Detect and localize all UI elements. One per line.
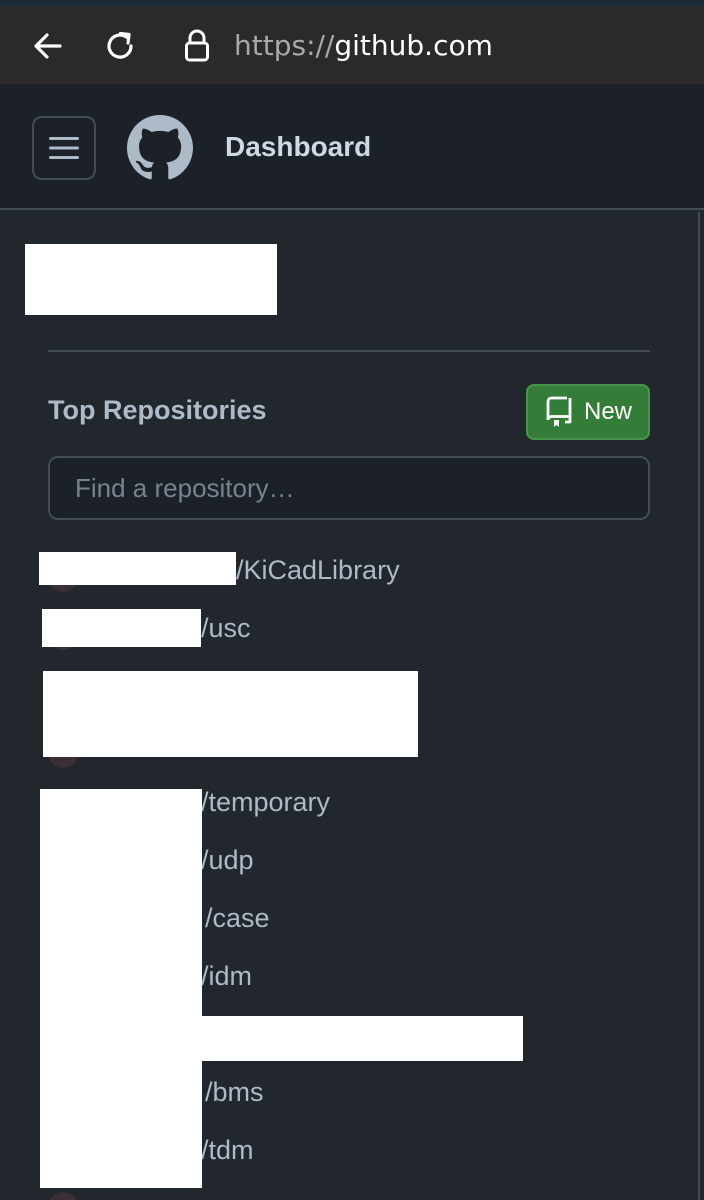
find-repository-field[interactable] — [48, 456, 650, 520]
repo-link-kicadlibrary[interactable]: /KiCadLibrary — [236, 554, 400, 586]
app-header: Dashboard — [0, 84, 704, 210]
url-scheme: https:// — [234, 29, 335, 62]
redacted-repo-entry — [199, 1016, 523, 1061]
page-title: Dashboard — [225, 131, 372, 162]
repo-link-temporary[interactable]: /temporary — [201, 786, 330, 818]
repo-link-usc[interactable]: /usc — [201, 612, 251, 644]
browser-toolbar: https://github.com — [0, 6, 704, 84]
top-repositories-heading: Top Repositories — [48, 395, 267, 425]
address-bar-url[interactable]: https://github.com — [234, 28, 493, 64]
reload-icon[interactable] — [100, 26, 140, 66]
github-logo-icon[interactable] — [127, 115, 193, 181]
divider — [48, 350, 650, 352]
scrollbar-track[interactable] — [700, 212, 704, 1200]
redacted-owner-names — [40, 789, 202, 1188]
back-arrow-icon[interactable] — [28, 26, 68, 66]
repo-link-udp[interactable]: /udp — [201, 844, 254, 876]
find-repository-input[interactable] — [50, 458, 648, 518]
new-repository-button[interactable]: New — [526, 384, 650, 440]
new-button-label: New — [584, 398, 633, 425]
hamburger-menu-icon — [49, 137, 79, 159]
lock-icon[interactable] — [177, 26, 217, 66]
hamburger-menu-button[interactable] — [32, 116, 96, 180]
repo-link-tdm[interactable]: /tdm — [201, 1134, 254, 1166]
repo-link-idm[interactable]: /idm — [201, 960, 252, 992]
repo-icon — [546, 396, 572, 427]
redacted-repo-entries — [43, 671, 418, 757]
url-host: github.com — [334, 29, 493, 62]
repo-link-bms[interactable]: /bms — [205, 1076, 264, 1108]
redacted-owner-name — [42, 609, 201, 647]
repo-link-case[interactable]: /case — [205, 902, 270, 934]
redacted-account-switcher — [25, 244, 277, 315]
redacted-owner-name — [39, 552, 236, 585]
